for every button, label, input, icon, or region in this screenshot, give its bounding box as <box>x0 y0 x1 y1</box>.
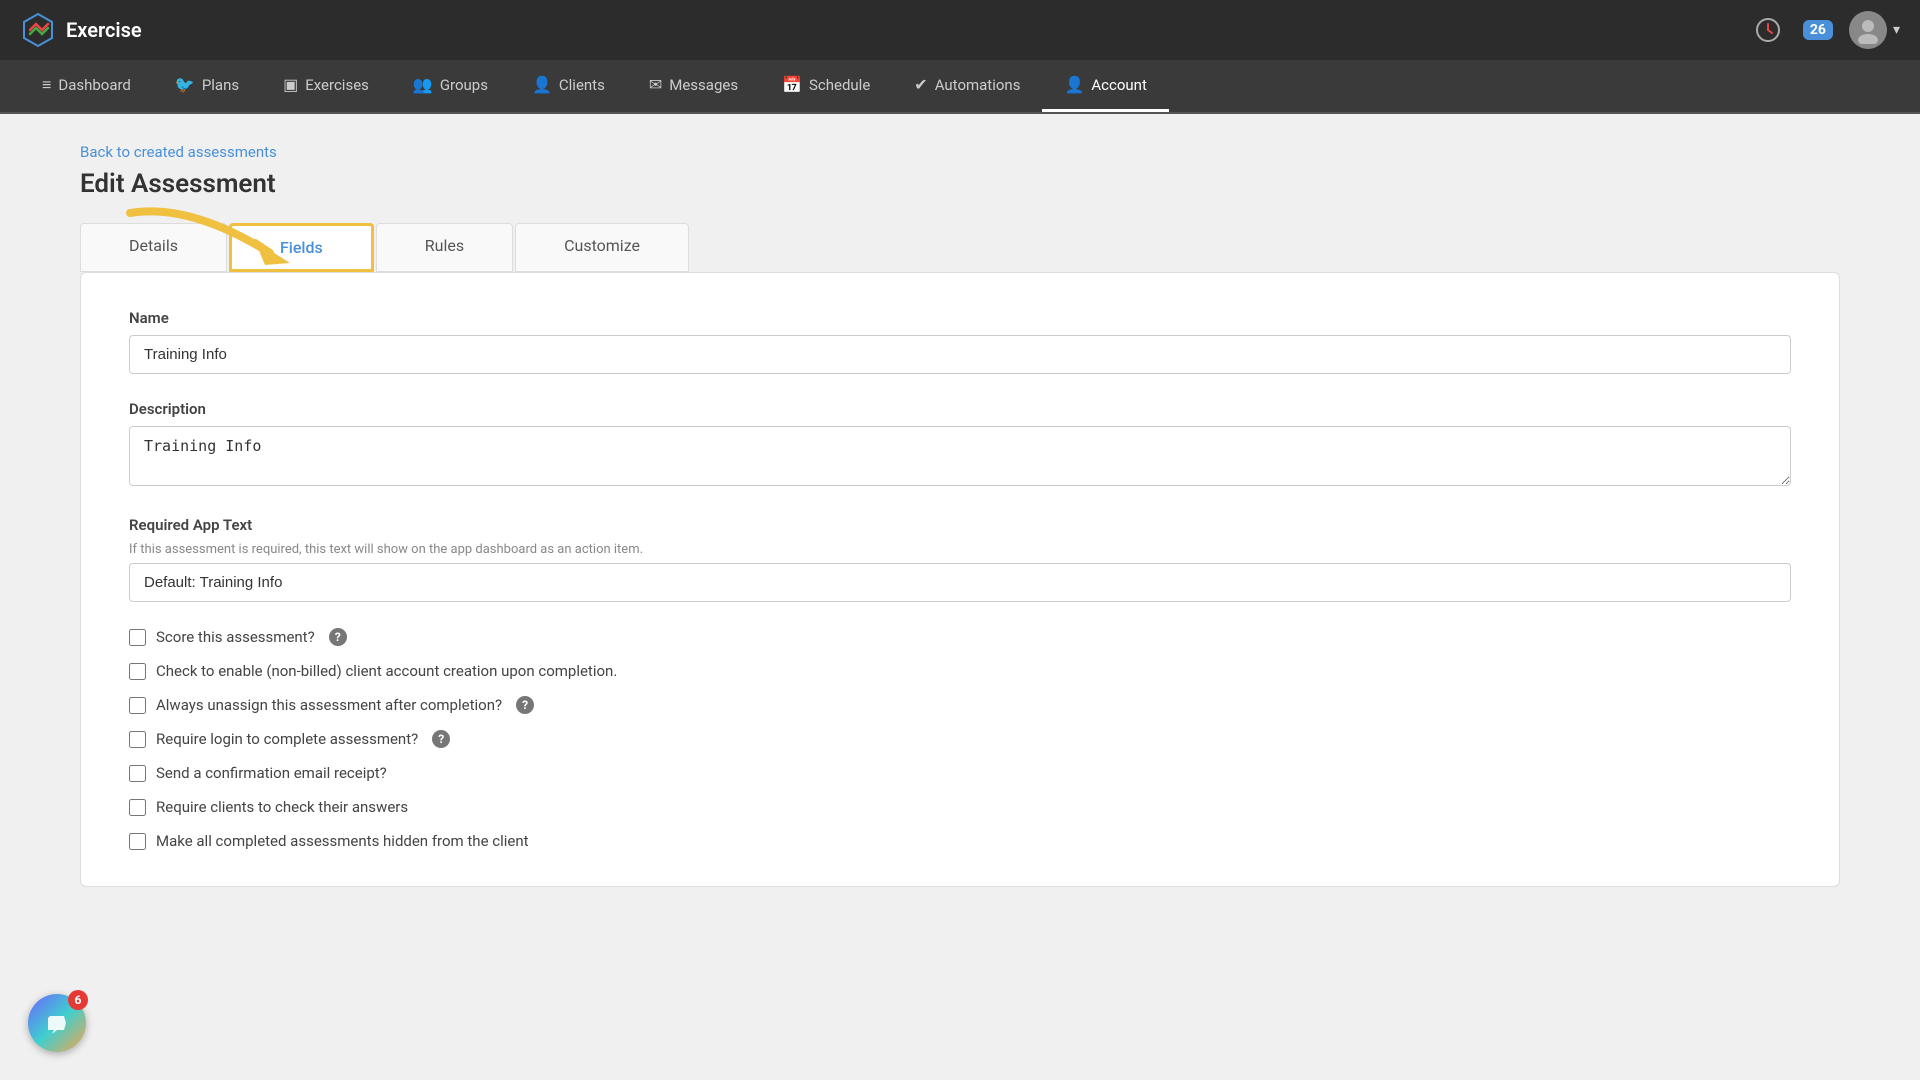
nav-automations-label: Automations <box>935 76 1021 94</box>
checkbox-require-login-label: Require login to complete assessment? <box>156 730 418 748</box>
checkbox-account-creation: Check to enable (non-billed) client acco… <box>129 662 1791 680</box>
dashboard-icon: ≡ <box>42 75 51 95</box>
name-group: Name <box>129 309 1791 374</box>
description-input[interactable]: Training Info <box>129 426 1791 486</box>
nav-plans-label: Plans <box>202 76 239 94</box>
name-label: Name <box>129 309 1791 327</box>
checkbox-score: Score this assessment? ? <box>129 628 1791 646</box>
checkbox-require-login: Require login to complete assessment? ? <box>129 730 1791 748</box>
form-card: Name Description Training Info Required … <box>80 272 1840 887</box>
schedule-icon: 📅 <box>782 75 802 94</box>
chat-widget[interactable]: 6 <box>28 994 86 1052</box>
checkbox-hide-completed: Make all completed assessments hidden fr… <box>129 832 1791 850</box>
chat-widget-badge: 6 <box>68 990 88 1010</box>
required-app-text-hint: If this assessment is required, this tex… <box>129 542 1791 557</box>
nav-messages-label: Messages <box>669 76 738 94</box>
timer-button[interactable] <box>1749 11 1787 49</box>
nav-automations[interactable]: ✔ Automations <box>892 60 1042 112</box>
nav-schedule-label: Schedule <box>809 76 870 94</box>
messages-icon: ✉ <box>649 75 662 94</box>
checkbox-confirmation-email-label: Send a confirmation email receipt? <box>156 764 387 782</box>
checkbox-hide-completed-input[interactable] <box>129 833 146 850</box>
required-app-text-label: Required App Text <box>129 516 1791 534</box>
checkbox-confirmation-email: Send a confirmation email receipt? <box>129 764 1791 782</box>
nav-dashboard-label: Dashboard <box>58 76 131 94</box>
notification-badge[interactable]: 26 <box>1803 20 1833 40</box>
tab-rules[interactable]: Rules <box>376 223 513 272</box>
user-menu-button[interactable]: ▾ <box>1849 11 1900 49</box>
avatar <box>1849 11 1887 49</box>
logo-icon <box>20 12 56 48</box>
description-group: Description Training Info <box>129 400 1791 490</box>
help-icon-unassign[interactable]: ? <box>516 696 534 714</box>
nav-bar: ≡ Dashboard 🐦 Plans ▣ Exercises 👥 Groups… <box>0 60 1920 114</box>
nav-messages[interactable]: ✉ Messages <box>627 60 760 112</box>
checkbox-score-input[interactable] <box>129 629 146 646</box>
checkbox-score-label: Score this assessment? <box>156 628 315 646</box>
tabs-row: Details Fields Rules Customize <box>80 223 1840 272</box>
page-title: Edit Assessment <box>80 169 1840 199</box>
automations-icon: ✔ <box>914 75 927 94</box>
chevron-down-icon: ▾ <box>1893 22 1900 38</box>
nav-clients-label: Clients <box>559 76 605 94</box>
clients-icon: 👤 <box>532 75 552 94</box>
groups-icon: 👥 <box>413 75 433 94</box>
nav-account[interactable]: 👤 Account <box>1042 60 1168 112</box>
chat-icon <box>44 1010 70 1036</box>
nav-exercises-label: Exercises <box>305 76 369 94</box>
checkbox-unassign-label: Always unassign this assessment after co… <box>156 696 502 714</box>
checkbox-unassign: Always unassign this assessment after co… <box>129 696 1791 714</box>
checkbox-confirmation-email-input[interactable] <box>129 765 146 782</box>
checkbox-require-login-input[interactable] <box>129 731 146 748</box>
nav-groups[interactable]: 👥 Groups <box>391 60 510 112</box>
checkbox-check-answers: Require clients to check their answers <box>129 798 1791 816</box>
description-label: Description <box>129 400 1791 418</box>
checkbox-account-creation-label: Check to enable (non-billed) client acco… <box>156 662 617 680</box>
nav-plans[interactable]: 🐦 Plans <box>153 60 261 112</box>
checkbox-check-answers-label: Require clients to check their answers <box>156 798 408 816</box>
plans-icon: 🐦 <box>175 75 195 94</box>
checkbox-unassign-input[interactable] <box>129 697 146 714</box>
page-content: Back to created assessments Edit Assessm… <box>0 114 1920 915</box>
name-input[interactable] <box>129 335 1791 374</box>
help-icon-score[interactable]: ? <box>329 628 347 646</box>
checkbox-group: Score this assessment? ? Check to enable… <box>129 628 1791 850</box>
tab-details[interactable]: Details <box>80 223 227 272</box>
nav-exercises[interactable]: ▣ Exercises <box>261 60 391 112</box>
tab-fields[interactable]: Fields <box>229 223 374 272</box>
checkbox-account-creation-input[interactable] <box>129 663 146 680</box>
exercises-icon: ▣ <box>283 75 298 94</box>
nav-account-label: Account <box>1091 76 1147 94</box>
nav-dashboard[interactable]: ≡ Dashboard <box>20 60 153 112</box>
back-link[interactable]: Back to created assessments <box>80 143 277 161</box>
logo: Exercise <box>20 12 142 48</box>
checkbox-check-answers-input[interactable] <box>129 799 146 816</box>
app-name: Exercise <box>66 18 142 42</box>
required-app-text-input[interactable] <box>129 563 1791 602</box>
top-bar: Exercise 26 ▾ <box>0 0 1920 60</box>
nav-groups-label: Groups <box>440 76 488 94</box>
help-icon-require-login[interactable]: ? <box>432 730 450 748</box>
top-bar-right: 26 ▾ <box>1749 11 1900 49</box>
nav-schedule[interactable]: 📅 Schedule <box>760 60 892 112</box>
nav-clients[interactable]: 👤 Clients <box>510 60 627 112</box>
required-app-text-group: Required App Text If this assessment is … <box>129 516 1791 602</box>
tab-customize[interactable]: Customize <box>515 223 689 272</box>
checkbox-hide-completed-label: Make all completed assessments hidden fr… <box>156 832 529 850</box>
account-icon: 👤 <box>1064 75 1084 94</box>
